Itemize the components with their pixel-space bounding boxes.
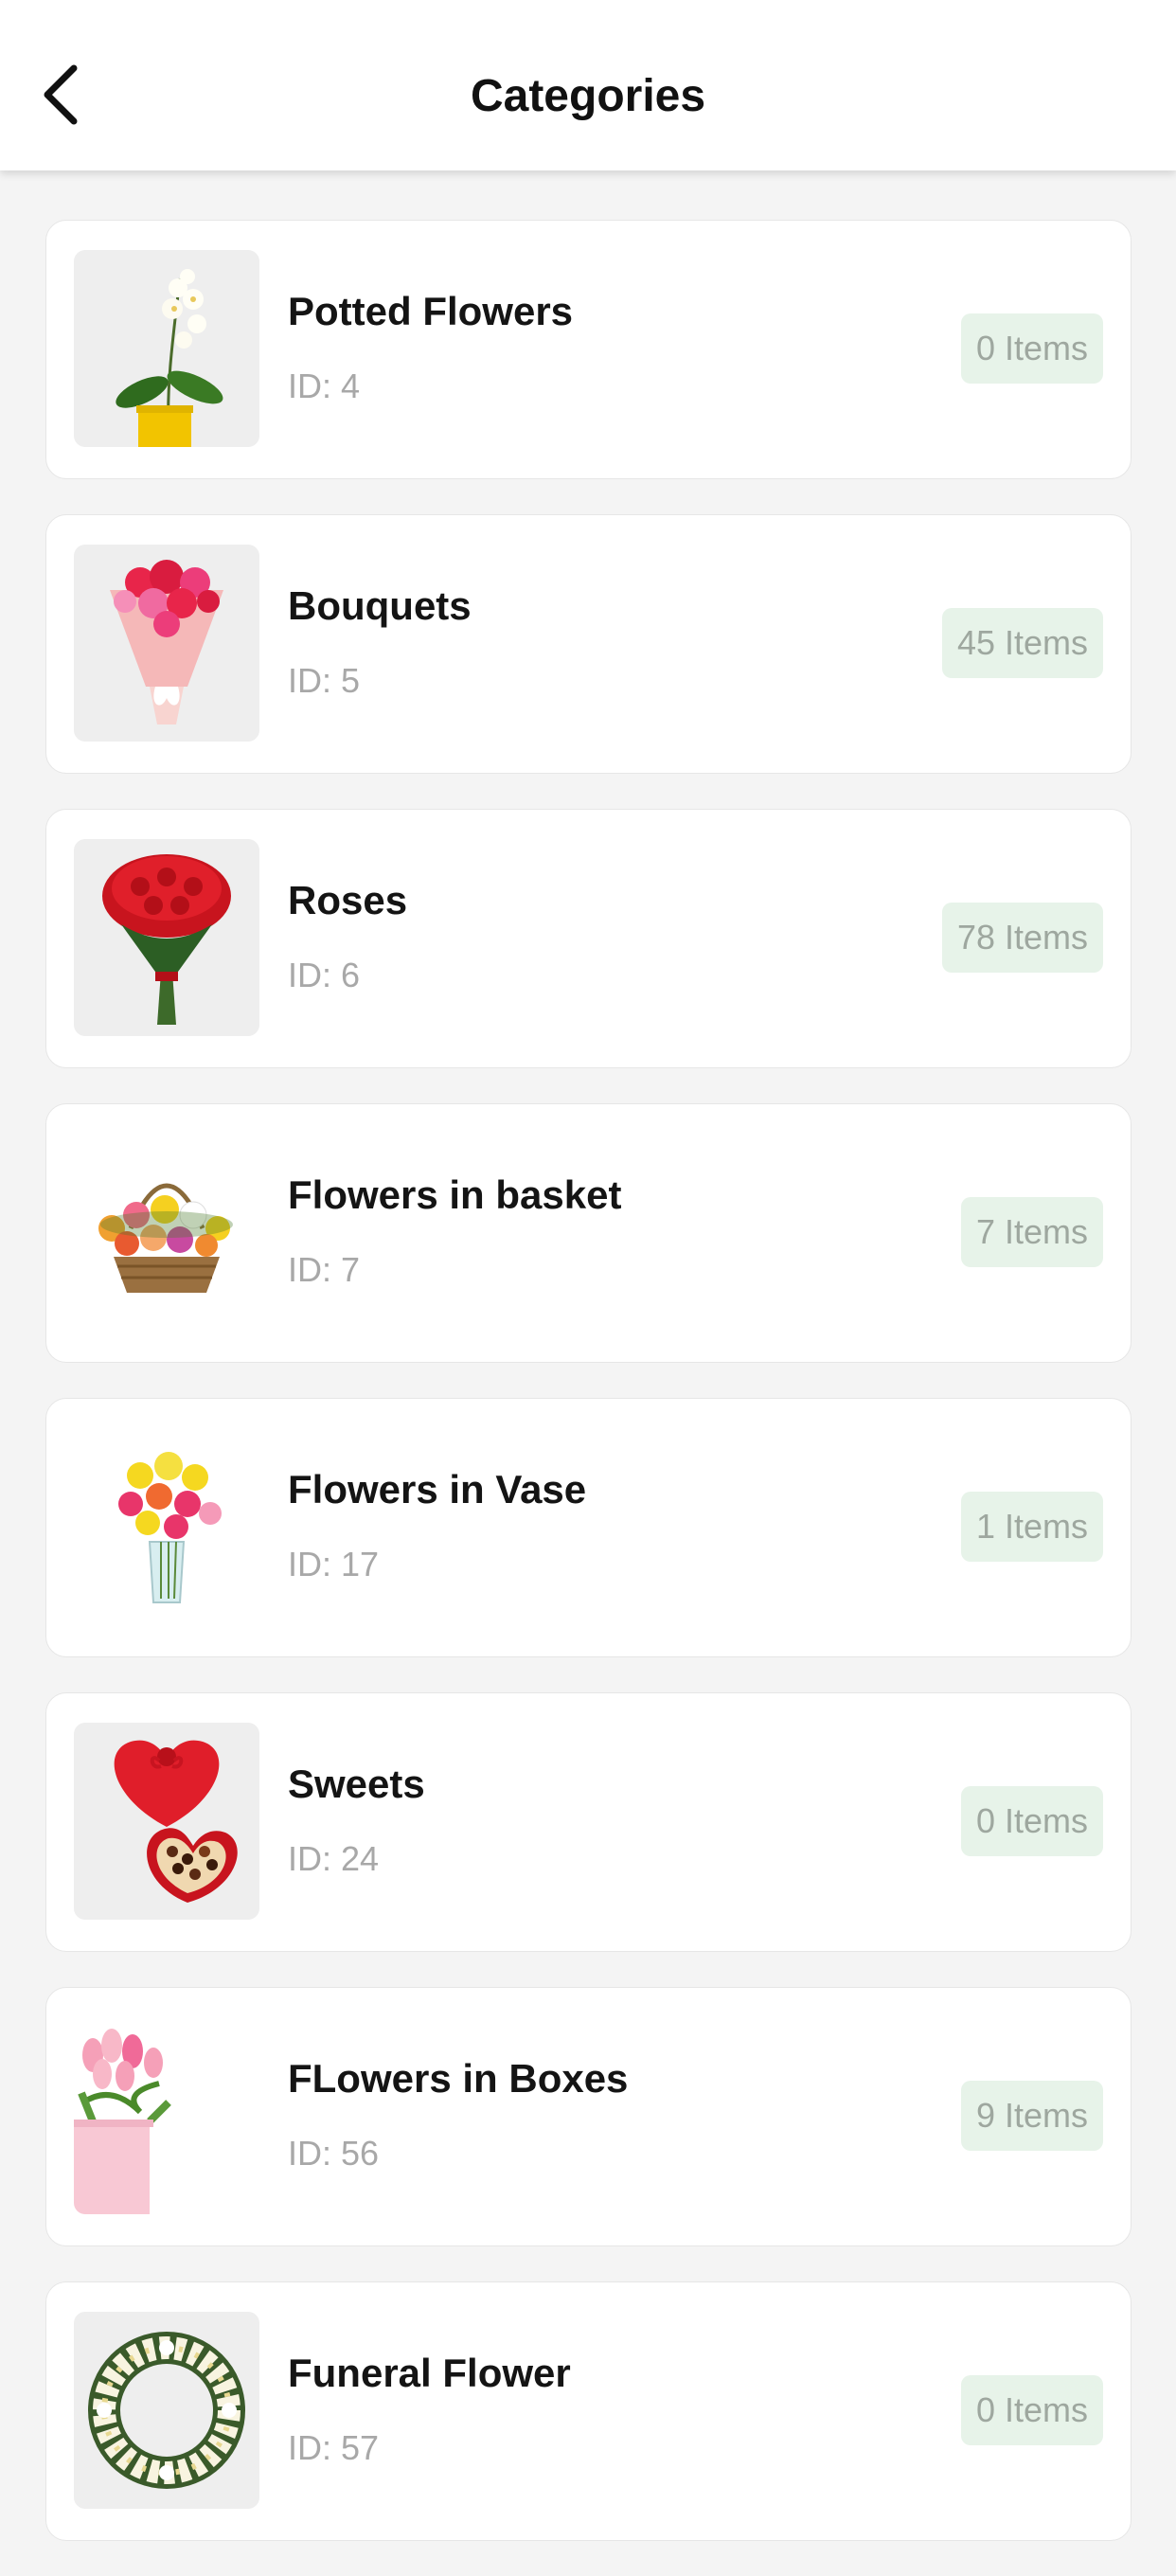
- tulips-box-image: [74, 2017, 259, 2214]
- category-card-sweets[interactable]: Sweets ID: 24 0 Items: [45, 1692, 1131, 1952]
- app-header: Categories: [0, 0, 1176, 170]
- items-count-badge: 78 Items: [941, 903, 1103, 973]
- category-card-bouquets[interactable]: Bouquets ID: 5 45 Items: [45, 514, 1131, 774]
- category-card-flowers-in-basket[interactable]: Flowers in basket ID: 7 7 Items: [45, 1103, 1131, 1363]
- heart-chocolate-box-image: [74, 1723, 259, 1920]
- category-id: ID: 57: [288, 2428, 380, 2467]
- items-count-badge: 0 Items: [960, 1786, 1103, 1856]
- items-count-badge: 0 Items: [960, 2375, 1103, 2445]
- page-title: Categories: [470, 71, 706, 121]
- category-card-flowers-in-vase[interactable]: Flowers in Vase ID: 17 1 Items: [45, 1398, 1131, 1657]
- category-card-roses[interactable]: Roses ID: 6 78 Items: [45, 809, 1131, 1068]
- category-name: Flowers in basket: [288, 1172, 622, 1217]
- back-button[interactable]: [27, 49, 98, 140]
- category-name: Bouquets: [288, 583, 472, 628]
- category-list: Potted Flowers ID: 4 0 Items Bouquets ID…: [45, 220, 1131, 2576]
- category-card-flowers-in-boxes[interactable]: FLowers in Boxes ID: 56 9 Items: [45, 1987, 1131, 2246]
- items-count-badge: 45 Items: [941, 608, 1103, 678]
- category-name: Roses: [288, 878, 408, 922]
- category-name: Sweets: [288, 1762, 425, 1806]
- funeral-wreath-image: [74, 2312, 259, 2509]
- chevron-left-icon: [44, 64, 78, 125]
- category-name: Flowers in Vase: [288, 1467, 587, 1512]
- flower-basket-image: [74, 1134, 259, 1331]
- items-count-badge: 1 Items: [960, 1492, 1103, 1562]
- category-card-funeral-flower[interactable]: Funeral Flower ID: 57 0 Items: [45, 2281, 1131, 2541]
- items-count-badge: 9 Items: [960, 2081, 1103, 2151]
- category-id: ID: 17: [288, 1545, 380, 1583]
- category-id: ID: 7: [288, 1250, 361, 1289]
- pink-bouquet-image: [74, 545, 259, 742]
- items-count-badge: 7 Items: [960, 1197, 1103, 1267]
- category-name: Potted Flowers: [288, 289, 574, 333]
- category-name: FLowers in Boxes: [288, 2056, 629, 2101]
- flowers-vase-image: [74, 1428, 259, 1625]
- category-id: ID: 5: [288, 661, 361, 700]
- category-name: Funeral Flower: [288, 2351, 571, 2395]
- category-id: ID: 24: [288, 1839, 380, 1878]
- category-id: ID: 6: [288, 956, 361, 994]
- category-card-potted-flowers[interactable]: Potted Flowers ID: 4 0 Items: [45, 220, 1131, 479]
- category-id: ID: 56: [288, 2134, 380, 2173]
- red-roses-image: [74, 839, 259, 1036]
- items-count-badge: 0 Items: [960, 313, 1103, 384]
- category-id: ID: 4: [288, 367, 361, 405]
- potted-orchid-image: [74, 250, 259, 447]
